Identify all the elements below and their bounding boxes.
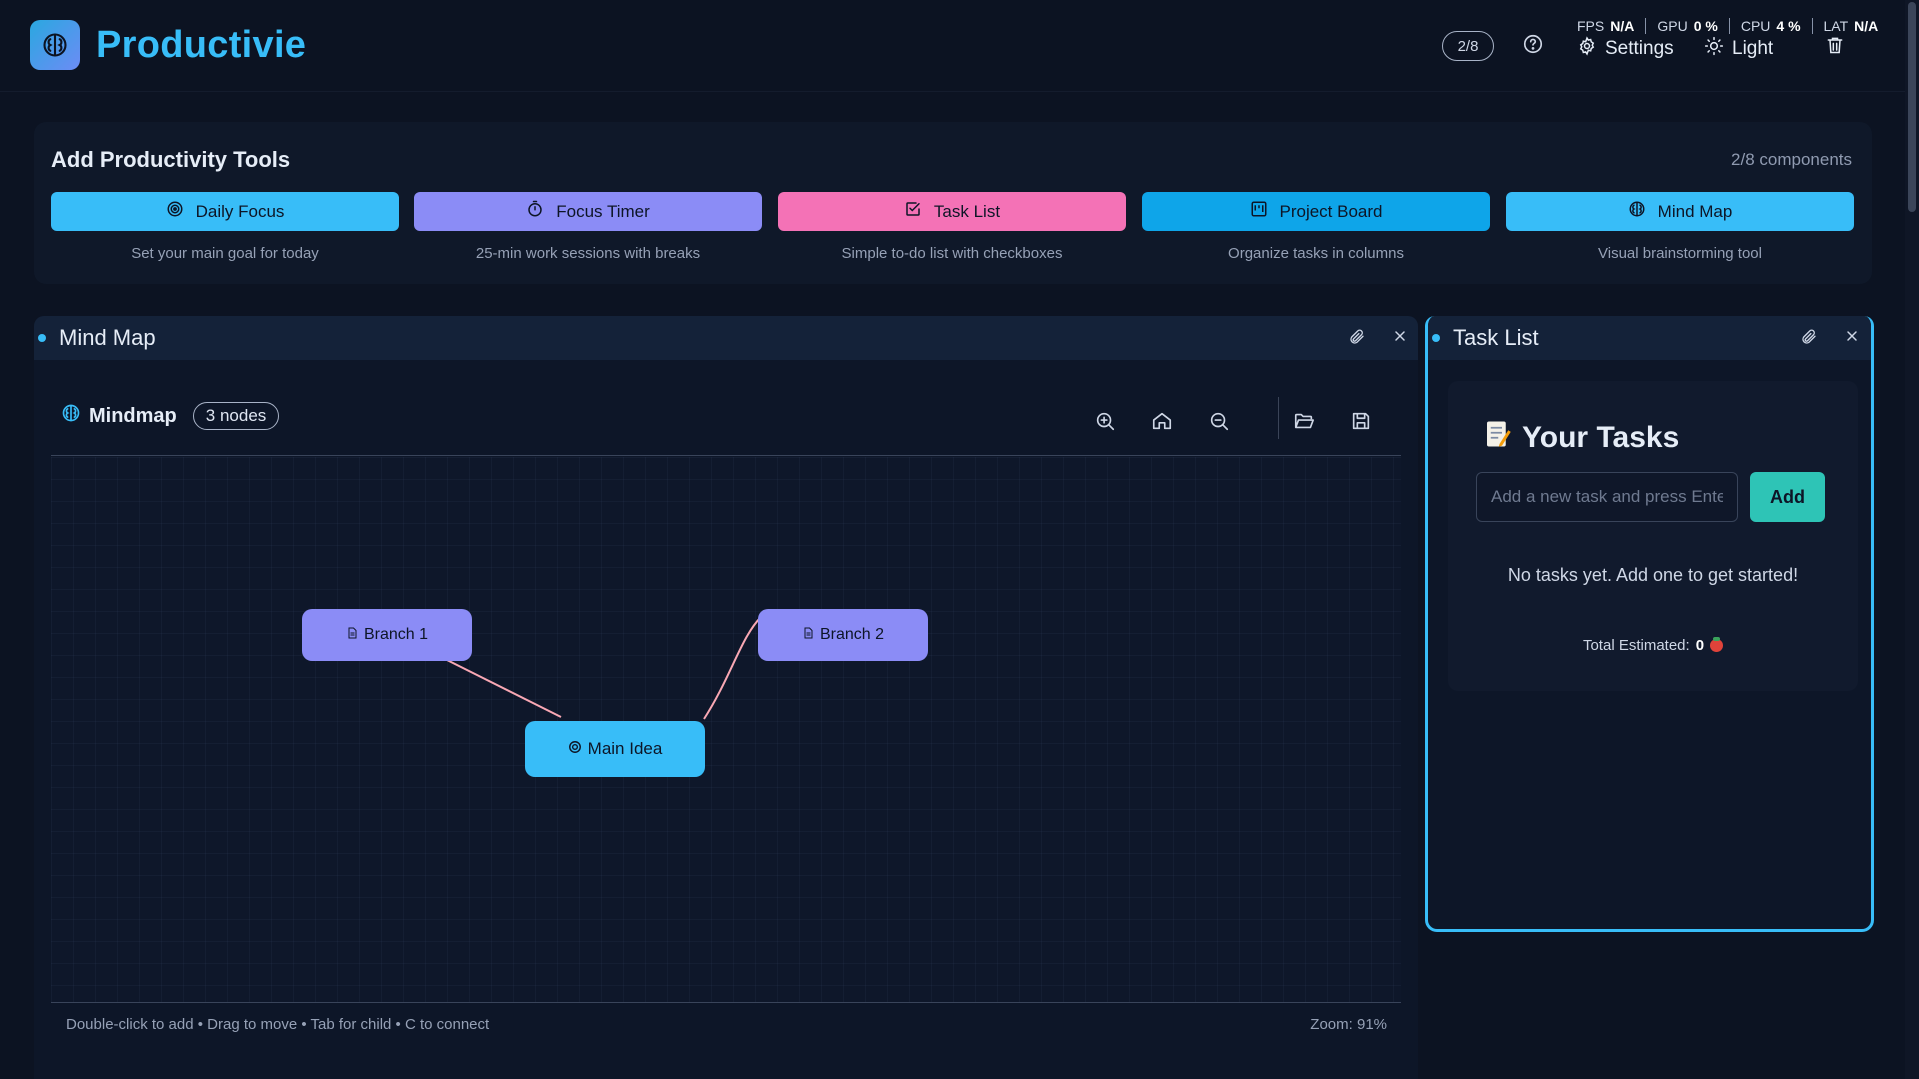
tool-project-board: Project Board Organize tasks in columns — [1142, 192, 1490, 262]
tool-focus-timer: Focus Timer 25-min work sessions with br… — [414, 192, 762, 262]
mind-map-button[interactable]: Mind Map — [1506, 192, 1854, 231]
brand[interactable]: Productivie — [30, 20, 306, 70]
node-branch-2[interactable]: Branch 2 — [758, 609, 928, 661]
theme-label: Light — [1732, 38, 1774, 59]
tool-description: Simple to-do list with checkboxes — [841, 245, 1063, 262]
mind-map-footer: Double-click to add • Drag to move • Tab… — [51, 1004, 1401, 1040]
theme-toggle-button[interactable]: Light — [1704, 36, 1773, 62]
settings-label: Settings — [1605, 38, 1674, 59]
focus-timer-button[interactable]: Focus Timer — [414, 192, 762, 231]
node-main-idea[interactable]: Main Idea — [525, 721, 705, 777]
edge-branch1-main — [436, 654, 562, 718]
tools-title: Add Productivity Tools — [51, 147, 291, 172]
node-branch-1[interactable]: Branch 1 — [302, 609, 472, 661]
panel-drag-dot — [1432, 334, 1440, 342]
panel-title: Mind Map — [59, 325, 156, 350]
paperclip-icon[interactable] — [1800, 328, 1818, 351]
zoom-level: Zoom: 91% — [1310, 1016, 1387, 1033]
perf-stats: FPS N/A GPU 0 % CPU 4 % LAT N/A — [1577, 18, 1889, 34]
add-tools-panel: Add Productivity Tools 2/8 components Da… — [34, 122, 1872, 284]
memo-icon — [1482, 419, 1512, 457]
project-board-button[interactable]: Project Board — [1142, 192, 1490, 231]
tool-description: Visual brainstorming tool — [1598, 245, 1762, 262]
tool-mind-map: Mind Map Visual brainstorming tool — [1506, 192, 1854, 262]
empty-state-text: No tasks yet. Add one to get started! — [1507, 565, 1799, 585]
brand-name: Productivie — [96, 23, 307, 66]
tasks-heading: Your Tasks — [1482, 419, 1679, 457]
panel-drag-dot — [38, 334, 46, 342]
stopwatch-icon — [526, 200, 544, 223]
mind-map-panel-header[interactable]: Mind Map — [34, 316, 1418, 360]
mind-map-panel: Mind Map Mindmap 3 nodes Branch 1 Branch… — [34, 316, 1418, 1079]
brain-icon — [1628, 200, 1646, 223]
checkbox-icon — [904, 200, 922, 223]
mindmap-label: Mindmap 3 nodes — [61, 402, 280, 430]
gear-icon — [1577, 36, 1597, 62]
toolbar-separator — [1278, 397, 1279, 439]
folder-open-icon[interactable] — [1293, 410, 1315, 437]
scrollbar-thumb[interactable] — [1908, 2, 1916, 212]
sun-icon — [1704, 36, 1724, 62]
zoom-out-icon[interactable] — [1208, 410, 1230, 437]
close-icon[interactable] — [1844, 328, 1860, 349]
mind-map-canvas[interactable]: Branch 1 Branch 2 Main Idea — [51, 457, 1401, 1003]
daily-focus-button[interactable]: Daily Focus — [51, 192, 399, 231]
save-icon[interactable] — [1350, 410, 1372, 437]
trash-icon[interactable] — [1825, 34, 1845, 61]
tomato-icon — [1710, 637, 1724, 652]
zoom-in-icon[interactable] — [1094, 410, 1116, 437]
task-list-panel: Task List Your Tasks Add a new task and … — [1425, 316, 1874, 932]
component-count-badge[interactable]: 2/8 — [1442, 31, 1494, 61]
settings-button[interactable]: Settings — [1577, 36, 1674, 62]
page-scrollbar[interactable] — [1905, 0, 1919, 1079]
tool-description: 25-min work sessions with breaks — [475, 245, 701, 262]
edges-layer — [436, 616, 762, 720]
target-icon — [166, 200, 184, 223]
keyboard-hint: Double-click to add • Drag to move • Tab… — [66, 1016, 490, 1033]
tool-description: Set your main goal for today — [131, 245, 319, 262]
document-icon — [346, 626, 358, 645]
top-bar: Productivie 2/8 FPS N/A GPU 0 % CPU 4 % LAT… — [0, 0, 1905, 92]
add-task-button[interactable]: Add — [1750, 472, 1825, 522]
stat-gpu: GPU 0 % — [1646, 18, 1730, 34]
tools-count: 2/8 components — [1731, 150, 1852, 169]
tool-daily-focus: Daily Focus Set your main goal for today — [51, 192, 399, 262]
document-icon — [802, 626, 814, 645]
task-list-panel-header[interactable]: Task List — [1428, 316, 1871, 360]
total-estimated: Total Estimated: 0 — [1448, 637, 1858, 654]
target-icon — [568, 739, 582, 759]
home-icon[interactable] — [1151, 410, 1173, 437]
paperclip-icon[interactable] — [1348, 328, 1366, 351]
stat-fps: FPS N/A — [1577, 18, 1647, 34]
stat-cpu: CPU 4 % — [1730, 18, 1813, 34]
tool-description: Organize tasks in columns — [1228, 245, 1404, 262]
edge-main-branch2 — [703, 616, 762, 720]
mind-map-toolbar: Mindmap 3 nodes — [51, 392, 1401, 456]
new-task-input[interactable] — [1476, 472, 1738, 522]
kanban-icon — [1250, 200, 1268, 223]
question-circle-icon[interactable] — [1522, 33, 1544, 60]
close-icon[interactable] — [1392, 328, 1408, 349]
panel-title: Task List — [1453, 325, 1539, 350]
task-list-button[interactable]: Task List — [778, 192, 1126, 231]
brain-icon — [30, 20, 80, 70]
brain-icon — [61, 403, 81, 429]
task-list-card: Your Tasks Add No tasks yet. Add one to … — [1448, 381, 1858, 691]
nodes-count-badge: 3 nodes — [192, 402, 280, 430]
top-right-controls: 2/8 FPS N/A GPU 0 % CPU 4 % LAT N/A Sett… — [1305, 0, 1905, 92]
tool-task-list: Task List Simple to-do list with checkbo… — [778, 192, 1126, 262]
stat-lat: LAT N/A — [1823, 18, 1879, 34]
